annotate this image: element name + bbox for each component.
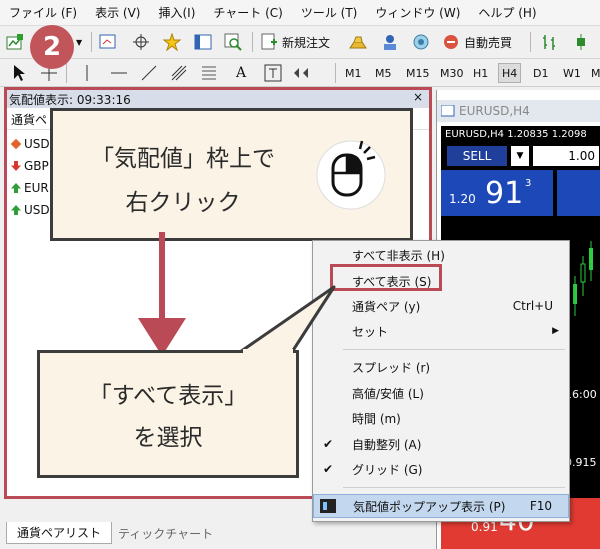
callout-2-pointer-cover <box>243 349 293 354</box>
